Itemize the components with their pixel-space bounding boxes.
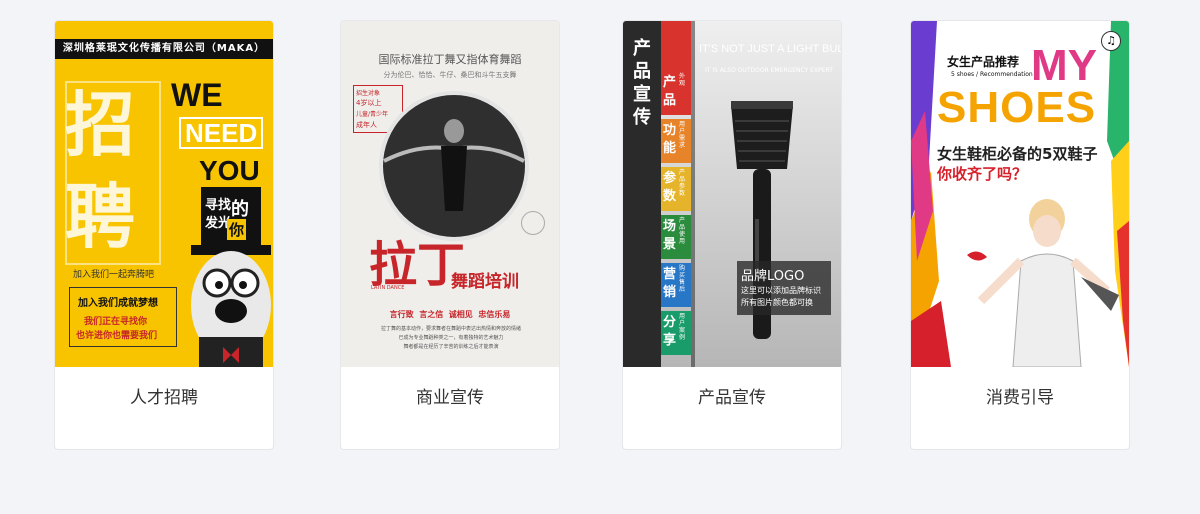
- dancer-photo: [379, 91, 529, 241]
- brand-logo-text: 品牌LOGO: [741, 269, 805, 284]
- feature-main-label: 分享: [663, 315, 677, 348]
- hat-text-1: 寻找: [205, 198, 232, 213]
- hat-text-3: 的: [231, 199, 249, 220]
- tag-line: 4岁以上: [356, 99, 382, 107]
- model-with-shoe-photo: [967, 199, 1119, 367]
- poster-frame: [65, 81, 161, 265]
- body-line: 拉丁舞的基本动作，要求舞者在舞蹈中表达出热情和奔放的情绪: [380, 326, 521, 332]
- poster-cn-title: 女生产品推荐: [947, 55, 1020, 69]
- poster-slogan: 加入我们一起奔腾吧: [73, 270, 155, 280]
- template-card-product[interactable]: 产品宣传 IT'S NOT JUST A LIGHT BULB IT IS AL…: [622, 20, 842, 450]
- template-card-recruitment[interactable]: 深圳格莱珉文化传播有限公司（MAKA） 招 聘 WE NEED YOU 寻找 发…: [54, 20, 274, 450]
- template-card-consumer[interactable]: 女生产品推荐 5 shoes / Recommendation MY SHOES…: [910, 20, 1130, 450]
- feature-side-label: 外观: [679, 73, 686, 87]
- poster-thumbnail[interactable]: 深圳格莱珉文化传播有限公司（MAKA） 招 聘 WE NEED YOU 寻找 发…: [55, 21, 273, 367]
- tag-line: 成年人: [356, 121, 377, 129]
- feature-side-label: 用户案例: [679, 313, 686, 341]
- poster-subtitle: 分为伦巴、恰恰、牛仔、桑巴和斗牛五支舞: [383, 71, 517, 79]
- poster-slogans: 言行致 言之信 诚相见 忠信乐易: [389, 310, 511, 319]
- feature-item: 场景 产品使用: [661, 215, 691, 259]
- hat-text-4: 你: [227, 219, 247, 240]
- tag-line: 招生对象: [356, 90, 381, 97]
- box-title: 加入我们成就梦想: [78, 298, 158, 309]
- poster-thumbnail[interactable]: 女生产品推荐 5 shoes / Recommendation MY SHOES…: [911, 21, 1129, 367]
- poster-info-box: 加入我们成就梦想 我们正在寻找你 也许进你也需要我们: [69, 287, 177, 347]
- logo-box: 品牌LOGO 这里可以添加品牌标识 所有图片颜色都可换: [737, 261, 831, 315]
- logo-note: 这里可以添加品牌标识: [741, 286, 821, 295]
- poster-shoes: SHOES: [937, 83, 1097, 132]
- feature-main-label: 营销: [663, 267, 677, 300]
- poster-title: 国际标准拉丁舞又指体育舞蹈: [378, 53, 522, 66]
- feature-main-label: 功能: [663, 123, 677, 156]
- poster-we: WE: [171, 77, 223, 113]
- music-note-icon[interactable]: ♫: [1101, 31, 1121, 51]
- feature-item: 营销 购买售后: [661, 263, 691, 307]
- body-line: 舞者都是在经历了辛苦的训练之后才能表演: [403, 344, 499, 350]
- feature-main-label: 产品: [663, 75, 677, 108]
- feature-side-label: 购买售后: [679, 265, 686, 293]
- poster-line-1: 女生鞋柜必备的5双鞋子: [937, 145, 1098, 163]
- poster-headline: IT'S NOT JUST A LIGHT BULB: [699, 43, 841, 55]
- template-card-business[interactable]: 国际标准拉丁舞又指体育舞蹈 分为伦巴、恰恰、牛仔、桑巴和斗牛五支舞 招生对象 4…: [340, 20, 560, 450]
- poster-top-bar: 深圳格莱珉文化传播有限公司（MAKA）: [55, 39, 273, 59]
- feature-main-label: 场景: [663, 219, 677, 252]
- decor-circle: [521, 211, 545, 235]
- poster-you: YOU: [199, 155, 260, 186]
- card-caption[interactable]: 人才招聘: [55, 383, 273, 408]
- card-caption[interactable]: 产品宣传: [623, 383, 841, 408]
- feature-side-label: 用户需求: [679, 121, 686, 149]
- feature-side-label: 产品使用: [679, 217, 686, 245]
- logo-note: 所有图片颜色都可换: [741, 298, 813, 307]
- vertical-title: 产品宣传: [633, 38, 651, 128]
- feature-item: 分享 用户案例: [661, 311, 691, 355]
- feature-item: 参数 产品参数: [661, 167, 691, 211]
- feature-item: 功能 用户需求: [661, 119, 691, 163]
- feature-stack: 产品 外观 功能 用户需求 参数 产品参数 场景 产品使用 营销 购买售后 分享 用户案例: [661, 71, 695, 359]
- feature-side-label: 产品参数: [679, 169, 686, 197]
- poster-body: 拉丁舞的基本动作，要求舞者在舞蹈中表达出热情和奔放的情绪 已成为专业舞蹈种类之一…: [363, 325, 539, 352]
- box-line-2: 也许进你也需要我们: [76, 331, 158, 341]
- poster-line-2: 你收齐了吗？: [937, 165, 1028, 183]
- body-line: 已成为专业舞蹈种类之一，有着独特的艺术魅力: [398, 335, 504, 341]
- card-caption[interactable]: 消费引导: [911, 383, 1129, 408]
- feature-main-label: 参数: [663, 171, 677, 204]
- poster-latin: LATIN DANCE: [371, 285, 405, 291]
- poster-subhead: IT IS ALSO OUTDOOR EMERGENCY EXPERT: [705, 67, 833, 74]
- divider: [691, 21, 695, 367]
- card-caption[interactable]: 商业宣传: [341, 383, 559, 408]
- feature-item: 产品 外观: [661, 71, 691, 115]
- poster-need: NEED: [179, 117, 264, 149]
- poster-en-title: 5 shoes / Recommendation: [951, 71, 1033, 78]
- poster-thumbnail[interactable]: 国际标准拉丁舞又指体育舞蹈 分为伦巴、恰恰、牛仔、桑巴和斗牛五支舞 招生对象 4…: [341, 21, 559, 367]
- poster-thumbnail[interactable]: 产品宣传 IT'S NOT JUST A LIGHT BULB IT IS AL…: [623, 21, 841, 367]
- poster-red-title: 舞蹈培训: [451, 272, 519, 292]
- box-line-1: 我们正在寻找你: [84, 317, 148, 327]
